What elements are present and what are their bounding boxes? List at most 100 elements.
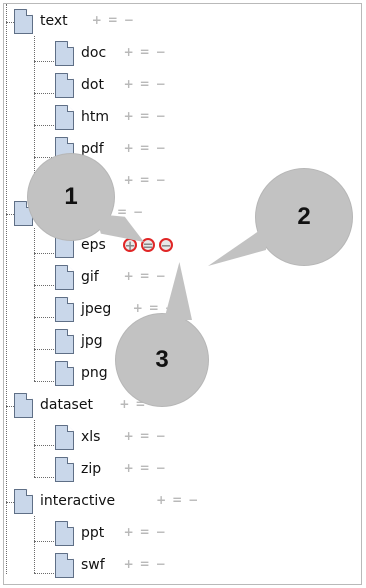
file-icon — [55, 73, 74, 98]
node-label: jpeg — [81, 301, 112, 317]
edit-button[interactable]: = — [139, 558, 151, 570]
node-label: xls — [81, 429, 101, 445]
remove-button[interactable]: − — [155, 46, 167, 58]
node-actions: +=− — [122, 238, 173, 254]
edit-button[interactable]: = — [107, 14, 119, 26]
node-label: jpg — [81, 333, 103, 349]
add-button[interactable]: + — [123, 46, 135, 58]
node-label: png — [81, 365, 108, 381]
node-actions: + =− — [123, 110, 167, 122]
callout-2-label: 2 — [297, 203, 311, 230]
edit-button[interactable]: = — [140, 238, 155, 254]
tree-connector — [6, 4, 7, 574]
add-button[interactable]: + — [123, 270, 135, 282]
tree-connector — [34, 516, 35, 573]
callout-2: 2 — [256, 169, 352, 265]
node-actions: + =− — [123, 462, 167, 474]
add-button[interactable]: + — [91, 14, 103, 26]
file-icon — [55, 521, 74, 546]
tree-connector — [34, 253, 54, 254]
add-button[interactable]: + — [123, 174, 135, 186]
file-icon — [55, 457, 74, 482]
add-button[interactable]: + — [123, 526, 135, 538]
tree-node-ppt[interactable]: ppt + = − — [4, 520, 360, 552]
edit-button[interactable]: = — [171, 494, 183, 506]
tree-connector — [6, 406, 14, 407]
node-actions: + =− — [123, 430, 167, 442]
remove-button[interactable]: − — [155, 270, 167, 282]
file-folder-icon — [14, 489, 33, 514]
node-label: ppt — [81, 525, 105, 541]
edit-button[interactable]: = — [139, 526, 151, 538]
file-icon — [55, 41, 74, 66]
callout-3: 3 — [116, 314, 208, 406]
file-icon — [55, 361, 74, 386]
edit-button[interactable]: = — [139, 430, 151, 442]
node-label: interactive — [40, 493, 116, 509]
edit-button[interactable]: = — [139, 142, 151, 154]
file-icon — [55, 297, 74, 322]
add-button[interactable]: + — [123, 110, 135, 122]
edit-button[interactable]: = — [139, 270, 151, 282]
remove-button[interactable]: − — [187, 494, 199, 506]
edit-button[interactable]: = — [139, 46, 151, 58]
remove-button[interactable]: − — [123, 14, 135, 26]
file-icon — [55, 329, 74, 354]
add-button[interactable]: + — [123, 142, 135, 154]
node-actions: + =− — [123, 142, 167, 154]
node-label: doc — [81, 45, 107, 61]
tree-connector — [6, 214, 14, 215]
remove-button[interactable]: − — [155, 110, 167, 122]
edit-button[interactable]: = — [148, 302, 160, 314]
edit-button[interactable]: = — [139, 462, 151, 474]
tree-node-interactive[interactable]: interactive + = − — [4, 488, 360, 520]
remove-button[interactable]: − — [155, 174, 167, 186]
callout-3-label: 3 — [155, 346, 169, 373]
node-actions: + =− — [91, 14, 135, 26]
tree-node-dot[interactable]: dot + = − — [4, 72, 360, 104]
tree-connector — [34, 317, 54, 318]
add-button[interactable]: + — [132, 302, 144, 314]
node-actions: + =− — [123, 46, 167, 58]
remove-button[interactable]: − — [158, 238, 173, 254]
tree-connector — [34, 125, 54, 126]
remove-button[interactable]: − — [155, 142, 167, 154]
tree-connector — [6, 22, 14, 23]
node-actions: + =− — [123, 558, 167, 570]
node-actions: + =− — [123, 174, 167, 186]
add-button[interactable]: + — [123, 558, 135, 570]
tree-connector — [34, 349, 54, 350]
add-button[interactable]: + — [123, 462, 135, 474]
edit-button[interactable]: = — [139, 78, 151, 90]
node-actions: + =− — [155, 494, 199, 506]
node-actions: + =− — [123, 526, 167, 538]
remove-button[interactable]: − — [155, 558, 167, 570]
tree-connector — [34, 541, 54, 542]
tree-node-doc[interactable]: doc + = − — [4, 40, 360, 72]
node-label: dot — [81, 77, 104, 93]
tree-node-swf[interactable]: swf + = − — [4, 552, 360, 584]
node-label: swf — [81, 557, 105, 573]
node-label: text — [40, 13, 68, 29]
tree-connector — [34, 445, 54, 446]
tree-node-htm[interactable]: htm + = − — [4, 104, 360, 136]
add-button[interactable]: + — [123, 78, 135, 90]
edit-button[interactable]: = — [139, 110, 151, 122]
tree-node-zip[interactable]: zip + = − — [4, 456, 360, 488]
add-button[interactable]: + — [123, 430, 135, 442]
node-actions: + =− — [123, 270, 167, 282]
tree-node-text[interactable]: text + = − — [4, 8, 360, 40]
remove-button[interactable]: − — [155, 430, 167, 442]
node-actions: + =− — [123, 78, 167, 90]
remove-button[interactable]: − — [155, 526, 167, 538]
add-button[interactable]: + — [155, 494, 167, 506]
file-icon — [55, 105, 74, 130]
remove-button[interactable]: − — [155, 462, 167, 474]
tree-node-xls[interactable]: xls + = − — [4, 424, 360, 456]
file-icon — [55, 265, 74, 290]
remove-button[interactable]: − — [155, 78, 167, 90]
file-folder-icon — [14, 393, 33, 418]
remove-button[interactable]: − — [132, 206, 144, 218]
edit-button[interactable]: = — [139, 174, 151, 186]
node-label: zip — [81, 461, 102, 477]
